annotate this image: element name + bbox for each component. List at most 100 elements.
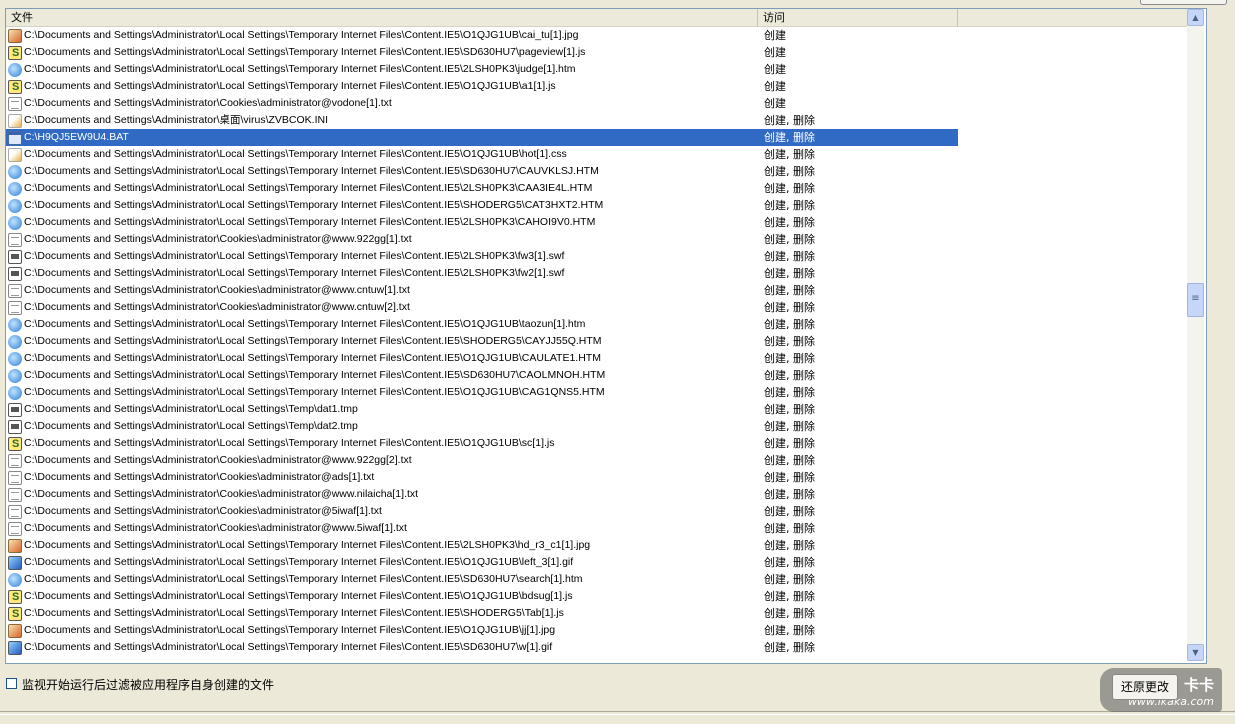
- table-row[interactable]: C:\Documents and Settings\Administrator\…: [6, 316, 1187, 333]
- gif-file-icon: [8, 640, 22, 655]
- file-path: C:\Documents and Settings\Administrator\…: [24, 301, 410, 313]
- table-row[interactable]: C:\Documents and Settings\Administrator\…: [6, 639, 1187, 656]
- file-path: C:\Documents and Settings\Administrator\…: [24, 539, 591, 551]
- text-file-icon: [8, 504, 22, 519]
- file-cell: C:\Documents and Settings\Administrator\…: [6, 435, 758, 453]
- table-row[interactable]: C:\Documents and Settings\Administrator\…: [6, 112, 1187, 129]
- file-cell: C:\Documents and Settings\Administrator\…: [6, 571, 758, 588]
- file-cell: C:\Documents and Settings\Administrator\…: [6, 265, 758, 282]
- table-row[interactable]: C:\Documents and Settings\Administrator\…: [6, 350, 1187, 367]
- file-access-list[interactable]: 文件 访问 C:\Documents and Settings\Administ…: [5, 8, 1207, 664]
- file-path: C:\Documents and Settings\Administrator\…: [24, 386, 605, 398]
- table-row[interactable]: C:\Documents and Settings\Administrator\…: [6, 265, 1187, 282]
- access-cell: 创建: [764, 97, 786, 110]
- file-path: C:\Documents and Settings\Administrator\…: [24, 352, 601, 364]
- file-cell: C:\Documents and Settings\Administrator\…: [6, 469, 758, 486]
- file-cell: C:\Documents and Settings\Administrator\…: [6, 520, 758, 537]
- access-cell: 创建, 删除: [764, 607, 815, 620]
- file-cell: C:\Documents and Settings\Administrator\…: [6, 418, 758, 435]
- table-row[interactable]: C:\H9QJ5EW9U4.BAT 创建, 删除: [6, 129, 1187, 146]
- column-header-file[interactable]: 文件: [6, 9, 758, 26]
- file-path: C:\Documents and Settings\Administrator\…: [24, 148, 567, 160]
- file-cell: C:\Documents and Settings\Administrator\…: [6, 146, 758, 163]
- file-path: C:\Documents and Settings\Administrator\…: [24, 454, 412, 466]
- scroll-down-button[interactable]: ▼: [1187, 644, 1204, 661]
- table-row[interactable]: C:\Documents and Settings\Administrator\…: [6, 418, 1187, 435]
- column-header-access[interactable]: 访问: [758, 9, 958, 26]
- filter-checkbox-label[interactable]: 监视开始运行后过滤被应用程序自身创建的文件: [22, 676, 274, 693]
- table-row[interactable]: C:\Documents and Settings\Administrator\…: [6, 554, 1187, 571]
- access-cell: 创建, 删除: [764, 199, 815, 212]
- table-row[interactable]: C:\Documents and Settings\Administrator\…: [6, 435, 1187, 453]
- access-cell: 创建, 删除: [764, 590, 815, 603]
- file-path: C:\Documents and Settings\Administrator\…: [24, 267, 565, 279]
- table-row[interactable]: C:\Documents and Settings\Administrator\…: [6, 503, 1187, 520]
- table-row[interactable]: C:\Documents and Settings\Administrator\…: [6, 180, 1187, 197]
- table-row[interactable]: C:\Documents and Settings\Administrator\…: [6, 282, 1187, 299]
- gif-file-icon: [8, 555, 22, 570]
- file-path: C:\Documents and Settings\Administrator\…: [24, 182, 593, 194]
- table-row[interactable]: C:\Documents and Settings\Administrator\…: [6, 401, 1187, 418]
- file-path: C:\Documents and Settings\Administrator\…: [24, 590, 573, 602]
- table-row[interactable]: C:\Documents and Settings\Administrator\…: [6, 333, 1187, 350]
- table-row[interactable]: C:\Documents and Settings\Administrator\…: [6, 384, 1187, 401]
- access-cell: 创建, 删除: [764, 148, 815, 161]
- table-row[interactable]: C:\Documents and Settings\Administrator\…: [6, 605, 1187, 623]
- access-cell: 创建, 删除: [764, 301, 815, 314]
- access-cell: 创建, 删除: [764, 267, 815, 280]
- table-row[interactable]: C:\Documents and Settings\Administrator\…: [6, 486, 1187, 503]
- access-cell: 创建: [764, 80, 786, 93]
- file-path: C:\Documents and Settings\Administrator\…: [24, 216, 596, 228]
- top-button[interactable]: [1140, 0, 1227, 5]
- flash-file-icon: [8, 249, 22, 264]
- restore-changes-button[interactable]: 还原更改: [1112, 674, 1178, 700]
- file-cell: C:\Documents and Settings\Administrator\…: [6, 452, 758, 469]
- table-row[interactable]: C:\Documents and Settings\Administrator\…: [6, 44, 1187, 62]
- table-row[interactable]: C:\Documents and Settings\Administrator\…: [6, 248, 1187, 265]
- table-row[interactable]: C:\Documents and Settings\Administrator\…: [6, 571, 1187, 588]
- scroll-up-button[interactable]: ▲: [1187, 9, 1204, 26]
- table-row[interactable]: C:\Documents and Settings\Administrator\…: [6, 78, 1187, 96]
- html-file-icon: [8, 351, 22, 366]
- file-path: C:\Documents and Settings\Administrator\…: [24, 284, 410, 296]
- file-cell: C:\Documents and Settings\Administrator\…: [6, 384, 758, 401]
- table-row[interactable]: C:\Documents and Settings\Administrator\…: [6, 299, 1187, 316]
- file-cell: C:\Documents and Settings\Administrator\…: [6, 95, 758, 112]
- table-row[interactable]: C:\Documents and Settings\Administrator\…: [6, 452, 1187, 469]
- html-file-icon: [8, 572, 22, 587]
- script-file-icon: [8, 589, 22, 606]
- table-row[interactable]: C:\Documents and Settings\Administrator\…: [6, 197, 1187, 214]
- file-path: C:\Documents and Settings\Administrator\…: [24, 403, 358, 415]
- file-cell: C:\Documents and Settings\Administrator\…: [6, 401, 758, 418]
- table-row[interactable]: C:\Documents and Settings\Administrator\…: [6, 622, 1187, 639]
- file-path: C:\Documents and Settings\Administrator\…: [24, 63, 576, 75]
- table-row[interactable]: C:\Documents and Settings\Administrator\…: [6, 214, 1187, 231]
- table-row[interactable]: C:\Documents and Settings\Administrator\…: [6, 61, 1187, 78]
- filter-checkbox[interactable]: [6, 678, 17, 689]
- file-cell: C:\Documents and Settings\Administrator\…: [6, 299, 758, 316]
- file-path: C:\Documents and Settings\Administrator\…: [24, 318, 586, 330]
- text-file-icon: [8, 487, 22, 502]
- table-row[interactable]: C:\Documents and Settings\Administrator\…: [6, 520, 1187, 537]
- access-cell: 创建, 删除: [764, 539, 815, 552]
- table-row[interactable]: C:\Documents and Settings\Administrator\…: [6, 146, 1187, 163]
- file-path: C:\Documents and Settings\Administrator\…: [24, 97, 392, 109]
- table-row[interactable]: C:\Documents and Settings\Administrator\…: [6, 367, 1187, 384]
- access-cell: 创建, 删除: [764, 437, 815, 450]
- file-path: C:\Documents and Settings\Administrator\…: [24, 488, 419, 500]
- access-cell: 创建, 删除: [764, 352, 815, 365]
- table-row[interactable]: C:\Documents and Settings\Administrator\…: [6, 231, 1187, 248]
- html-file-icon: [8, 385, 22, 400]
- access-cell: 创建, 删除: [764, 182, 815, 195]
- table-row[interactable]: C:\Documents and Settings\Administrator\…: [6, 95, 1187, 112]
- table-row[interactable]: C:\Documents and Settings\Administrator\…: [6, 537, 1187, 554]
- table-row[interactable]: C:\Documents and Settings\Administrator\…: [6, 27, 1187, 44]
- file-path: C:\Documents and Settings\Administrator\…: [24, 369, 606, 381]
- scroll-thumb[interactable]: ≡: [1187, 283, 1204, 317]
- table-row[interactable]: C:\Documents and Settings\Administrator\…: [6, 588, 1187, 606]
- table-row[interactable]: C:\Documents and Settings\Administrator\…: [6, 163, 1187, 180]
- vertical-scrollbar[interactable]: ▲ ≡ ▼: [1187, 9, 1204, 661]
- file-path: C:\Documents and Settings\Administrator\…: [24, 29, 579, 41]
- list-rows: C:\Documents and Settings\Administrator\…: [6, 27, 1187, 656]
- table-row[interactable]: C:\Documents and Settings\Administrator\…: [6, 469, 1187, 486]
